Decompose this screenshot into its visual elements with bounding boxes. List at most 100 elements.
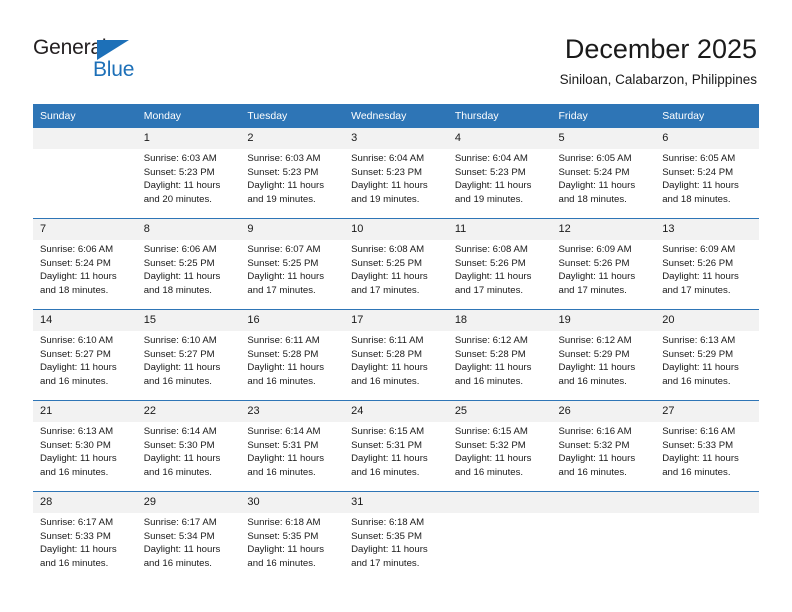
day-info: Sunrise: 6:12 AM Sunset: 5:29 PM Daylight:… (552, 331, 656, 388)
day-cell-content[interactable]: 24 Sunrise: 6:15 AM Sunset: 5:31 PM Dayligh… (344, 401, 448, 491)
day-cell-content[interactable]: 29 Sunrise: 6:17 AM Sunset: 5:34 PM Dayligh… (136, 492, 241, 582)
day-number (551, 492, 656, 513)
day-cell-content[interactable]: 27 Sunrise: 6:16 AM Sunset: 5:33 PM Dayligh… (655, 401, 759, 491)
day-cell: 29 Sunrise: 6:17 AM Sunset: 5:34 PM Dayligh… (136, 491, 241, 582)
daylight-text: Daylight: 11 hours and 16 minutes. (247, 544, 325, 569)
day-cell-content[interactable]: 25 Sunrise: 6:15 AM Sunset: 5:32 PM Dayligh… (447, 401, 552, 491)
week-row: 1 Sunrise: 6:03 AM Sunset: 5:23 PM Daylight… (33, 128, 759, 219)
day-cell-content[interactable]: 3 Sunrise: 6:04 AM Sunset: 5:23 PM Daylight… (344, 128, 448, 218)
day-cell: 9 Sunrise: 6:07 AM Sunset: 5:25 PM Daylight… (240, 218, 345, 310)
day-number: 18 (447, 310, 552, 331)
day-number: 29 (136, 492, 241, 513)
day-cell-content[interactable]: 6 Sunrise: 6:05 AM Sunset: 5:24 PM Daylight… (655, 128, 759, 218)
daylight-text: Daylight: 11 hours and 18 minutes. (662, 180, 739, 205)
day-number: 5 (551, 128, 656, 149)
day-cell-content[interactable]: 11 Sunrise: 6:08 AM Sunset: 5:26 PM Dayligh… (447, 219, 552, 309)
day-number: 10 (344, 219, 448, 240)
sunrise-text: Sunrise: 6:17 AM (143, 517, 217, 528)
day-number: 26 (551, 401, 656, 422)
day-cell-content[interactable]: 19 Sunrise: 6:12 AM Sunset: 5:29 PM Dayligh… (551, 310, 656, 400)
day-cell: 21 Sunrise: 6:13 AM Sunset: 5:30 PM Dayligh… (33, 400, 137, 492)
daylight-text: Daylight: 11 hours and 16 minutes. (247, 362, 325, 387)
day-info: Sunrise: 6:12 AM Sunset: 5:28 PM Daylight:… (448, 331, 552, 388)
title-block: December 2025 Siniloan, Calabarzon, Phil… (560, 33, 757, 90)
sunrise-text: Sunrise: 6:11 AM (247, 335, 320, 346)
day-cell: 2 Sunrise: 6:03 AM Sunset: 5:23 PM Daylight… (240, 128, 345, 219)
day-cell: 13 Sunrise: 6:09 AM Sunset: 5:26 PM Dayligh… (655, 218, 759, 310)
daylight-text: Daylight: 11 hours and 16 minutes. (454, 362, 532, 387)
weekday-header-tuesday: Tuesday (240, 104, 345, 128)
sunrise-text: Sunrise: 6:18 AM (247, 517, 321, 528)
day-number: 7 (33, 219, 137, 240)
sunset-text: Sunset: 5:29 PM (662, 348, 734, 360)
day-cell-content[interactable]: 16 Sunrise: 6:11 AM Sunset: 5:28 PM Dayligh… (240, 310, 345, 400)
day-cell-empty (33, 128, 137, 218)
sunset-text: Sunset: 5:24 PM (662, 166, 734, 178)
day-cell-content[interactable]: 10 Sunrise: 6:08 AM Sunset: 5:25 PM Dayligh… (344, 219, 448, 309)
day-cell-content[interactable]: 21 Sunrise: 6:13 AM Sunset: 5:30 PM Dayligh… (33, 401, 137, 491)
day-number: 2 (240, 128, 345, 149)
sunrise-text: Sunrise: 6:04 AM (454, 153, 528, 164)
generalblue-logo[interactable]: General Blue (33, 36, 163, 81)
day-cell-content[interactable]: 4 Sunrise: 6:04 AM Sunset: 5:23 PM Daylight… (447, 128, 552, 218)
sunset-text: Sunset: 5:33 PM (662, 439, 734, 451)
day-number: 8 (136, 219, 241, 240)
day-cell: 17 Sunrise: 6:11 AM Sunset: 5:28 PM Dayligh… (344, 309, 448, 401)
day-cell-content[interactable]: 17 Sunrise: 6:11 AM Sunset: 5:28 PM Dayligh… (344, 310, 448, 400)
day-cell-content[interactable]: 15 Sunrise: 6:10 AM Sunset: 5:27 PM Dayligh… (136, 310, 241, 400)
day-cell: 18 Sunrise: 6:12 AM Sunset: 5:28 PM Dayligh… (447, 309, 552, 401)
day-cell-content[interactable]: 22 Sunrise: 6:14 AM Sunset: 5:30 PM Dayligh… (136, 401, 241, 491)
day-info: Sunrise: 6:14 AM Sunset: 5:31 PM Daylight:… (240, 422, 344, 479)
sunset-text: Sunset: 5:24 PM (40, 257, 111, 269)
day-cell: 10 Sunrise: 6:08 AM Sunset: 5:25 PM Dayligh… (344, 218, 448, 310)
day-cell: 25 Sunrise: 6:15 AM Sunset: 5:32 PM Dayligh… (447, 400, 552, 492)
day-number: 24 (344, 401, 448, 422)
day-cell-content[interactable]: 14 Sunrise: 6:10 AM Sunset: 5:27 PM Dayligh… (33, 310, 137, 400)
sunset-text: Sunset: 5:25 PM (247, 257, 319, 269)
sunrise-text: Sunrise: 6:05 AM (558, 153, 632, 164)
day-info: Sunrise: 6:17 AM Sunset: 5:33 PM Daylight:… (33, 513, 137, 570)
sunset-text: Sunset: 5:34 PM (143, 530, 215, 542)
week-row: 21 Sunrise: 6:13 AM Sunset: 5:30 PM Dayligh… (33, 400, 759, 492)
sunrise-text: Sunrise: 6:12 AM (454, 335, 528, 346)
day-cell-content[interactable]: 26 Sunrise: 6:16 AM Sunset: 5:32 PM Dayligh… (551, 401, 656, 491)
day-cell: 3 Sunrise: 6:04 AM Sunset: 5:23 PM Daylight… (344, 128, 448, 219)
sunrise-text: Sunrise: 6:03 AM (143, 153, 217, 164)
sunrise-text: Sunrise: 6:14 AM (143, 426, 217, 437)
day-cell-content[interactable]: 18 Sunrise: 6:12 AM Sunset: 5:28 PM Dayligh… (447, 310, 552, 400)
day-cell (655, 491, 759, 582)
sunrise-text: Sunrise: 6:06 AM (143, 244, 217, 255)
daylight-text: Daylight: 11 hours and 19 minutes. (351, 180, 428, 205)
day-number: 11 (447, 219, 552, 240)
daylight-text: Daylight: 11 hours and 16 minutes. (247, 453, 325, 478)
day-cell-content[interactable]: 13 Sunrise: 6:09 AM Sunset: 5:26 PM Dayligh… (655, 219, 759, 309)
day-number: 23 (240, 401, 345, 422)
day-cell-content[interactable]: 1 Sunrise: 6:03 AM Sunset: 5:23 PM Daylight… (136, 128, 241, 218)
day-cell-content[interactable]: 5 Sunrise: 6:05 AM Sunset: 5:24 PM Daylight… (551, 128, 656, 218)
day-cell-content[interactable]: 23 Sunrise: 6:14 AM Sunset: 5:31 PM Dayligh… (240, 401, 345, 491)
day-cell-content[interactable]: 7 Sunrise: 6:06 AM Sunset: 5:24 PM Daylight… (33, 219, 137, 309)
sunrise-text: Sunrise: 6:16 AM (662, 426, 736, 437)
daylight-text: Daylight: 11 hours and 16 minutes. (351, 362, 428, 387)
day-cell-content[interactable]: 30 Sunrise: 6:18 AM Sunset: 5:35 PM Dayligh… (240, 492, 345, 582)
day-info: Sunrise: 6:15 AM Sunset: 5:31 PM Daylight:… (344, 422, 448, 479)
daylight-text: Daylight: 11 hours and 18 minutes. (558, 180, 636, 205)
sunrise-text: Sunrise: 6:17 AM (40, 517, 114, 528)
sunset-text: Sunset: 5:26 PM (558, 257, 630, 269)
day-info: Sunrise: 6:13 AM Sunset: 5:30 PM Daylight:… (33, 422, 137, 479)
day-number: 28 (33, 492, 137, 513)
day-info: Sunrise: 6:08 AM Sunset: 5:26 PM Daylight:… (448, 240, 552, 297)
day-cell-content[interactable]: 31 Sunrise: 6:18 AM Sunset: 5:35 PM Dayligh… (344, 492, 448, 582)
day-cell-content[interactable]: 28 Sunrise: 6:17 AM Sunset: 5:33 PM Dayligh… (33, 492, 137, 582)
day-info: Sunrise: 6:18 AM Sunset: 5:35 PM Daylight:… (240, 513, 344, 570)
day-number: 1 (136, 128, 241, 149)
day-cell-content[interactable]: 2 Sunrise: 6:03 AM Sunset: 5:23 PM Daylight… (240, 128, 345, 218)
daylight-text: Daylight: 11 hours and 16 minutes. (143, 453, 221, 478)
day-cell-content[interactable]: 8 Sunrise: 6:06 AM Sunset: 5:25 PM Daylight… (136, 219, 241, 309)
logo-text-general: General (33, 36, 107, 59)
daylight-text: Daylight: 11 hours and 17 minutes. (247, 271, 325, 296)
day-cell-content[interactable]: 9 Sunrise: 6:07 AM Sunset: 5:25 PM Daylight… (240, 219, 345, 309)
day-cell-content[interactable]: 12 Sunrise: 6:09 AM Sunset: 5:26 PM Dayligh… (551, 219, 656, 309)
day-cell-content[interactable]: 20 Sunrise: 6:13 AM Sunset: 5:29 PM Dayligh… (655, 310, 759, 400)
day-cell: 6 Sunrise: 6:05 AM Sunset: 5:24 PM Daylight… (655, 128, 759, 219)
